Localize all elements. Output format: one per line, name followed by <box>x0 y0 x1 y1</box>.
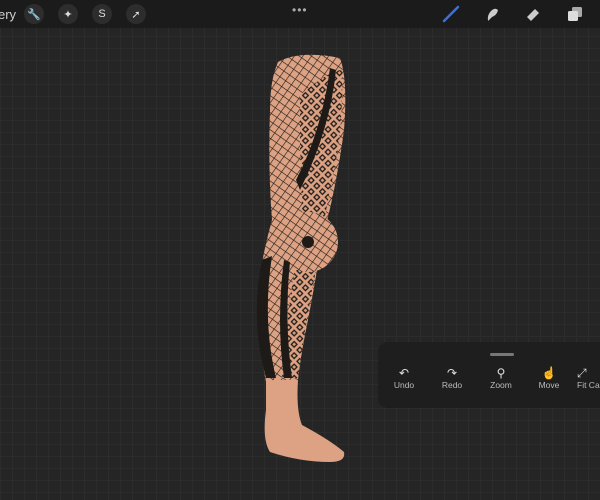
redo-label: Redo <box>441 380 463 390</box>
brush-tool-button[interactable] <box>440 4 462 24</box>
wrench-icon: 🔧 <box>27 8 41 21</box>
more-options-button[interactable]: ••• <box>292 3 308 17</box>
fit-canvas-label: Fit Ca <box>577 380 600 390</box>
move-button[interactable]: ☝ Move <box>524 366 574 390</box>
actions-button[interactable]: 🔧 <box>24 4 44 24</box>
undo-label: Undo <box>393 380 415 390</box>
leg-artwork <box>256 54 346 462</box>
quick-actions-panel: ↶ Undo ↷ Redo ⚲ Zoom ☝ Move ⤢ Fit Ca <box>378 342 600 408</box>
gallery-button[interactable]: ery <box>0 7 24 22</box>
layers-button[interactable] <box>564 4 586 24</box>
brush-icon <box>442 5 460 23</box>
transform-arrow-icon: ➚ <box>131 8 141 21</box>
panel-drag-handle[interactable] <box>490 353 514 356</box>
hand-icon: ☝ <box>541 366 557 380</box>
selection-button[interactable]: S <box>92 4 112 24</box>
fit-canvas-icon: ⤢ <box>577 366 587 380</box>
eraser-tool-button[interactable] <box>522 4 544 24</box>
smudge-tool-button[interactable] <box>481 4 503 24</box>
eraser-icon <box>527 9 539 21</box>
redo-button[interactable]: ↷ Redo <box>427 366 477 390</box>
undo-icon: ↶ <box>398 366 410 380</box>
redo-icon: ↷ <box>446 366 458 380</box>
zoom-button[interactable]: ⚲ Zoom <box>476 366 526 390</box>
smudge-icon <box>487 8 498 21</box>
move-label: Move <box>538 380 560 390</box>
selection-icon: S <box>98 8 106 20</box>
transform-button[interactable]: ➚ <box>126 4 146 24</box>
adjustments-button[interactable]: ✦ <box>58 4 78 24</box>
zoom-icon: ⚲ <box>496 366 506 380</box>
zoom-label: Zoom <box>490 380 512 390</box>
top-toolbar: ery 🔧 ✦ S ➚ ••• <box>0 0 600 28</box>
magic-wand-icon: ✦ <box>63 8 73 21</box>
layers-icon <box>568 7 582 21</box>
undo-button[interactable]: ↶ Undo <box>379 366 429 390</box>
fit-canvas-button[interactable]: ⤢ Fit Ca <box>573 366 600 390</box>
